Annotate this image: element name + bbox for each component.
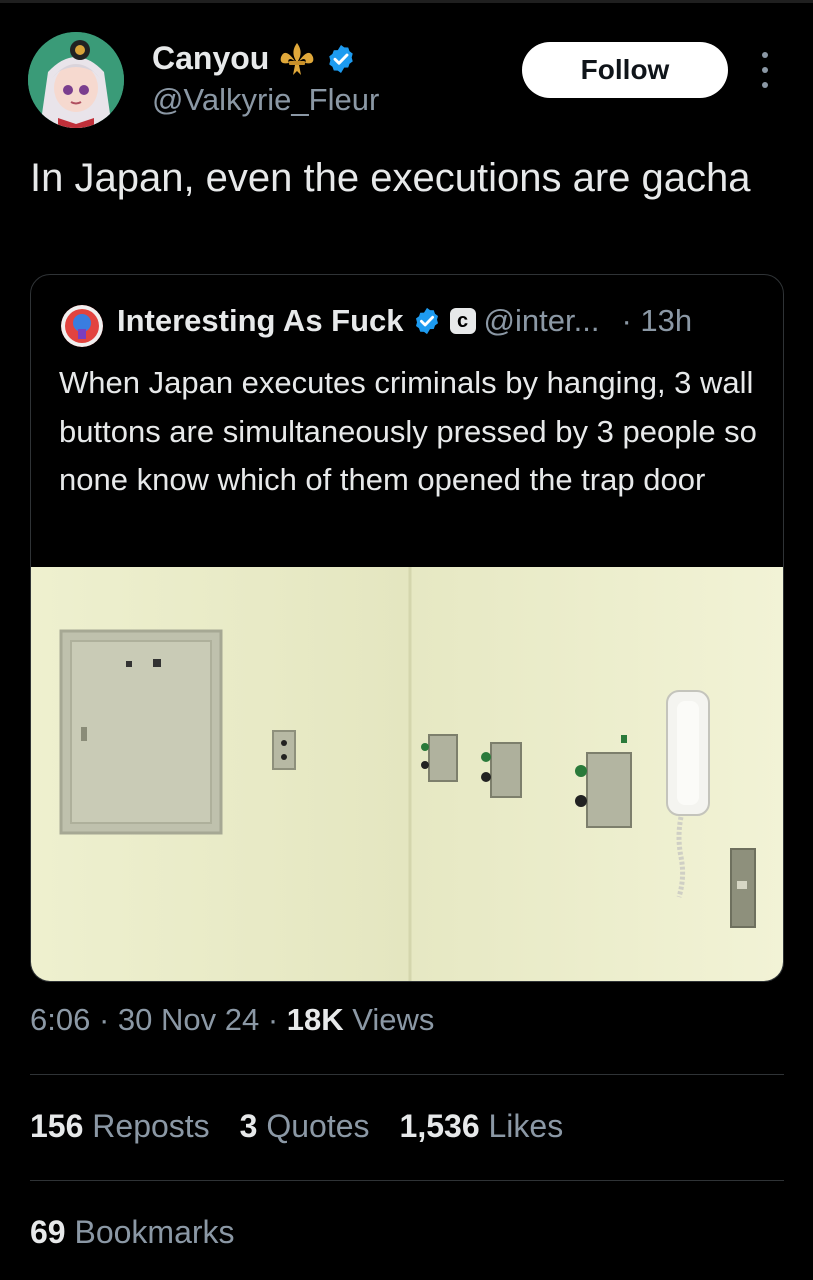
separator-dot: · (98, 1002, 118, 1037)
reposts-label: Reposts (92, 1108, 210, 1144)
author-avatar[interactable] (28, 32, 124, 128)
bookmarks-stat[interactable]: 69 Bookmarks (30, 1214, 235, 1251)
divider (30, 1074, 784, 1075)
separator-dot: · (267, 1002, 287, 1037)
quoted-text: When Japan executes criminals by hanging… (59, 365, 757, 497)
follow-button[interactable]: Follow (522, 42, 728, 98)
quoted-timestamp: · 13h (621, 303, 693, 338)
likes-count: 1,536 (399, 1108, 480, 1144)
quoted-tweet[interactable]: Interesting As Fuck c @inter... · 13h Wh… (30, 274, 784, 982)
divider (30, 1180, 784, 1181)
quotes-label: Quotes (266, 1108, 370, 1144)
top-divider (0, 0, 813, 3)
quotes-stat[interactable]: 3 Quotes (240, 1108, 370, 1145)
verified-badge-icon (325, 43, 357, 75)
quotes-count: 3 (239, 1108, 258, 1144)
likes-stat[interactable]: 1,536 Likes (400, 1108, 564, 1145)
tweet-date[interactable]: 30 Nov 24 (118, 1002, 259, 1037)
likes-label: Likes (488, 1108, 564, 1144)
quoted-photo[interactable] (31, 567, 783, 981)
affiliate-badge-icon: c (449, 308, 476, 334)
fleur-de-lis-icon (277, 41, 317, 77)
quoted-author-avatar[interactable] (61, 305, 103, 347)
views-count: 18K (286, 1002, 344, 1037)
reposts-count: 156 (30, 1108, 84, 1144)
tweet-time[interactable]: 6:06 (30, 1002, 90, 1037)
author-display-name[interactable]: Canyou (152, 40, 269, 77)
tweet-meta: 6:06 · 30 Nov 24 · 18K Views (30, 1002, 434, 1038)
quoted-header: Interesting As Fuck c @inter... · 13h (117, 303, 692, 339)
more-options-icon[interactable] (752, 52, 778, 88)
verified-badge-icon (412, 306, 442, 336)
views-label: Views (352, 1002, 435, 1037)
reposts-stat[interactable]: 156 Reposts (30, 1108, 210, 1145)
bookmarks-label: Bookmarks (74, 1214, 235, 1250)
author-name-row: Canyou (152, 40, 357, 77)
tweet-text: In Japan, even the executions are gacha (30, 156, 751, 200)
quoted-handle[interactable]: @inter... (484, 303, 600, 339)
quoted-display-name[interactable]: Interesting As Fuck (117, 303, 404, 339)
engagement-stats: 156 Reposts 3 Quotes 1,536 Likes (30, 1108, 563, 1145)
author-handle[interactable]: @Valkyrie_Fleur (152, 82, 379, 118)
bookmarks-count: 69 (30, 1214, 66, 1250)
